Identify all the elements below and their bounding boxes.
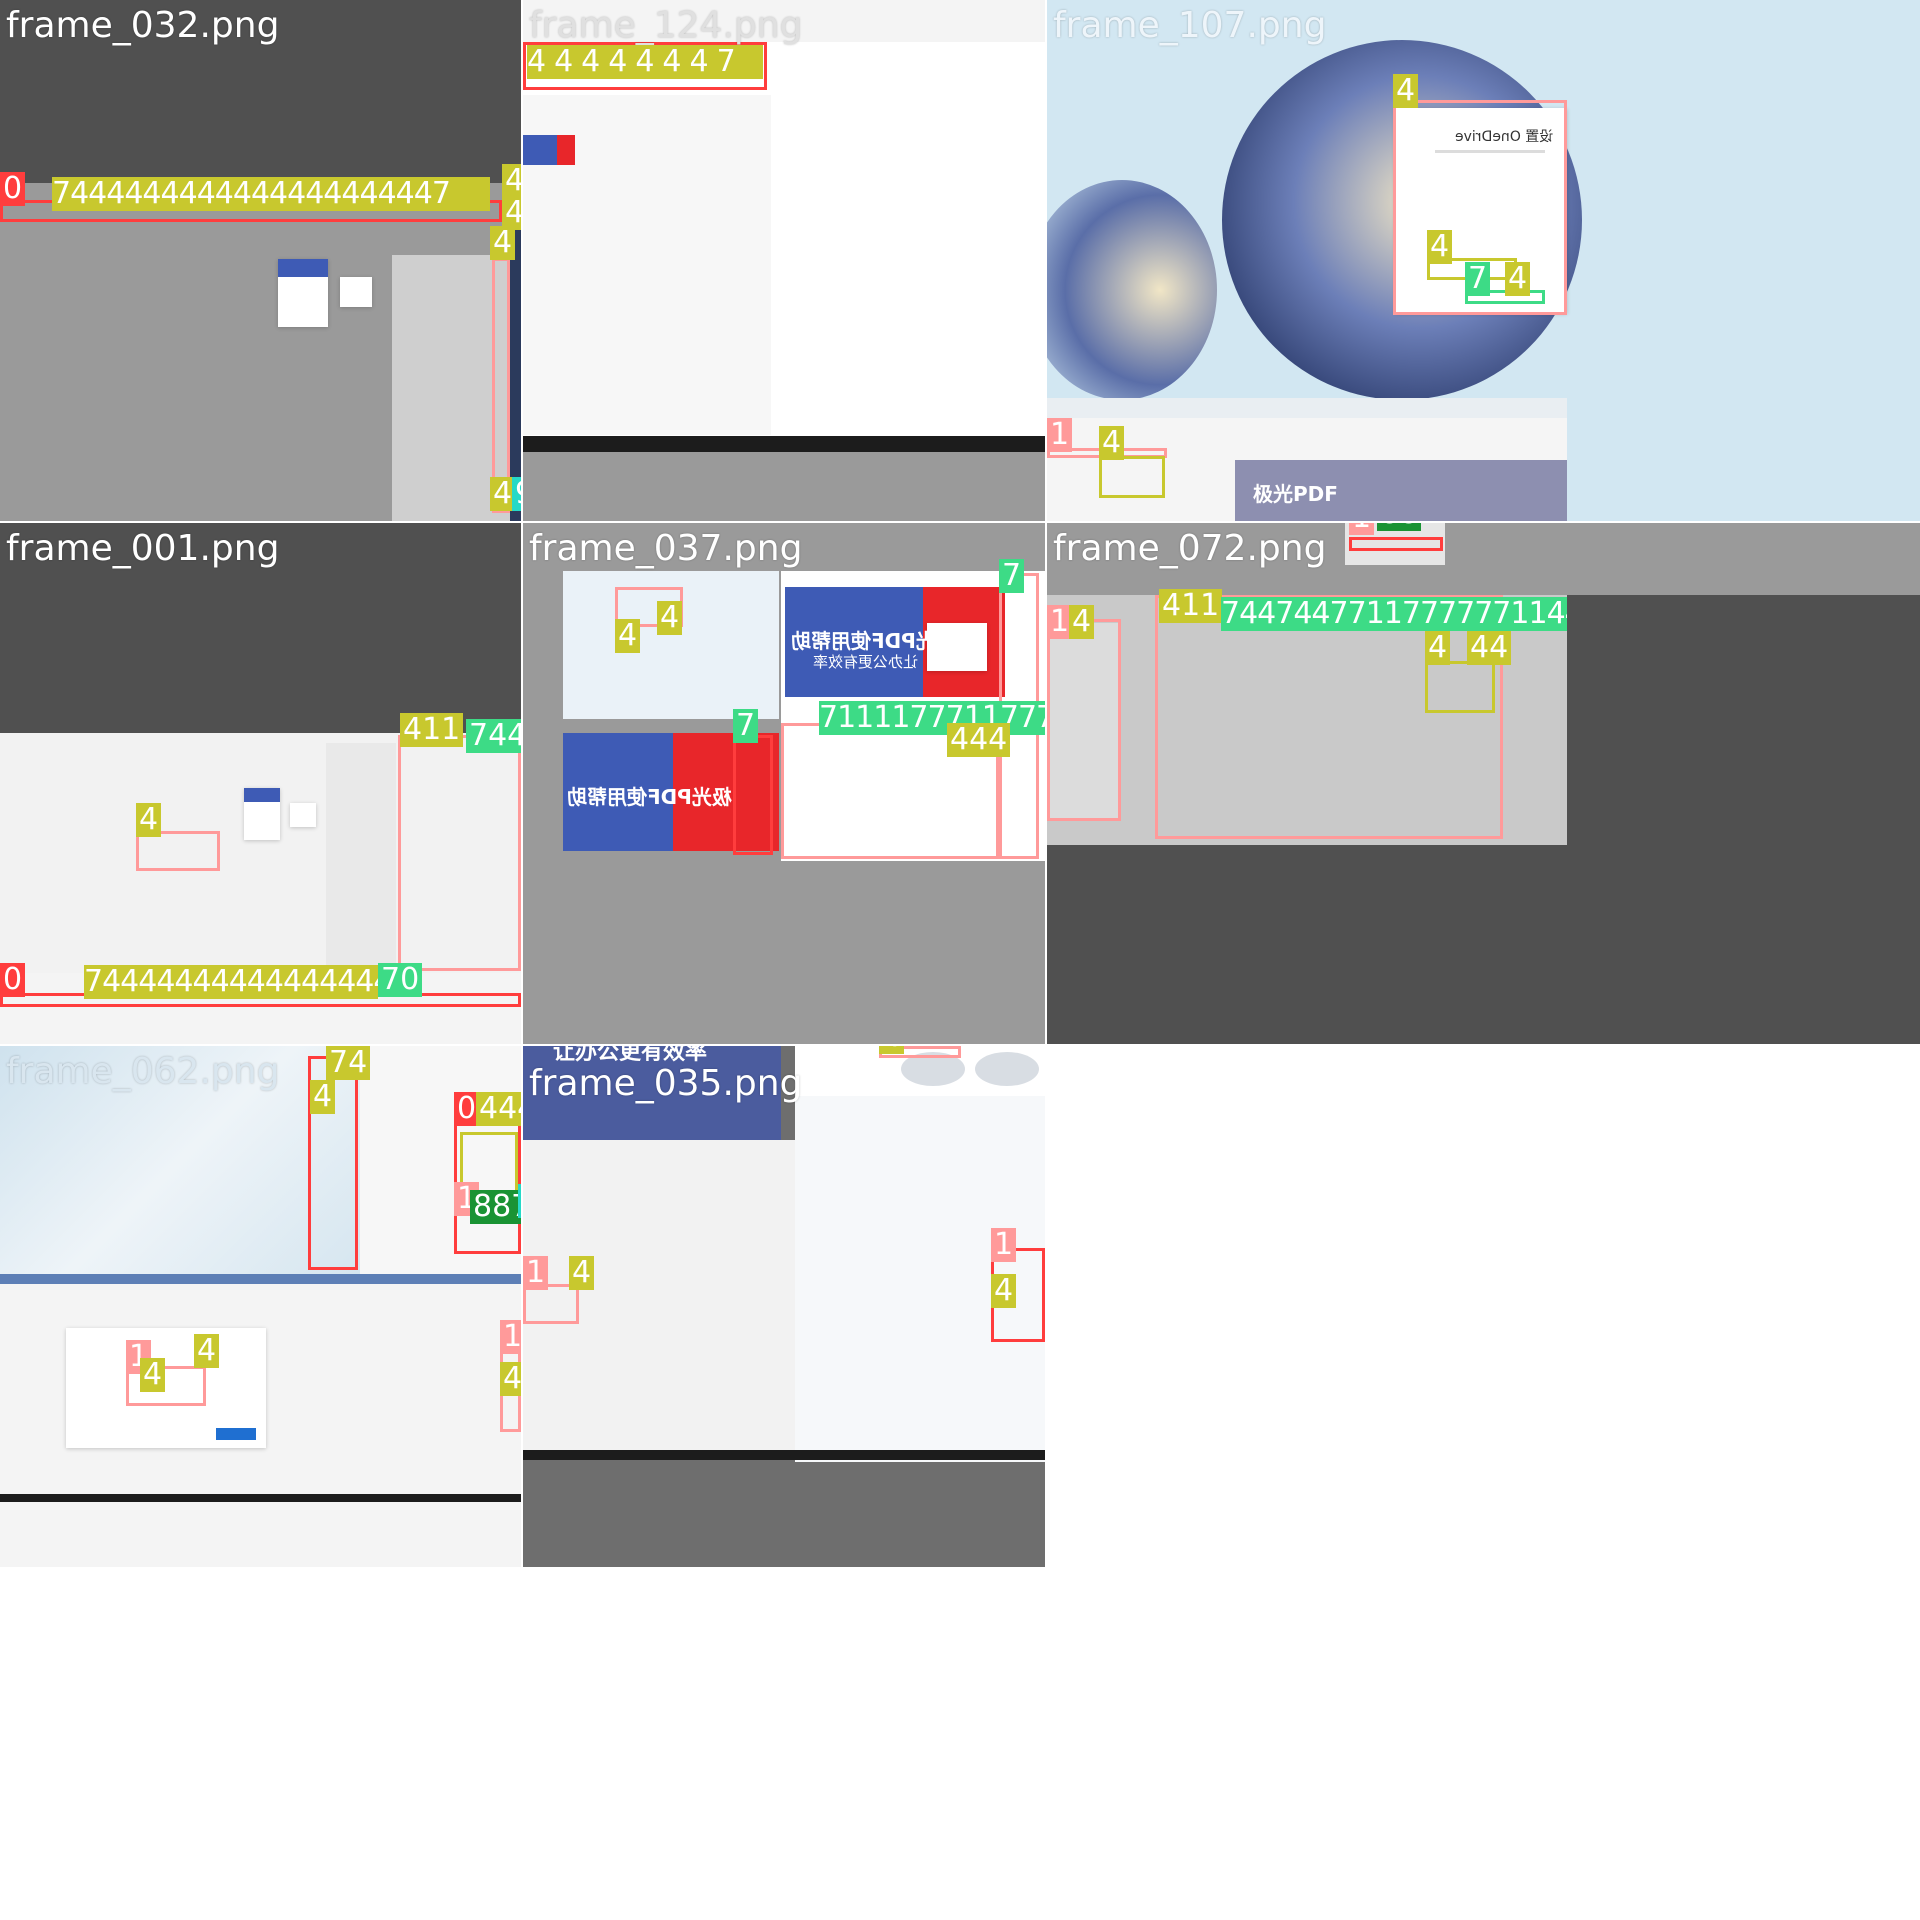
frame-037-label-a: 4 — [615, 619, 641, 653]
frame-062-taskbar — [0, 1274, 521, 1284]
frame-107-taskbar — [1047, 398, 1567, 418]
frame-001-right-box — [398, 735, 521, 971]
frame-001-filename: frame_001.png — [6, 528, 280, 569]
frame-035-label-b: 4 — [569, 1256, 595, 1290]
frame-037-left-help-title: 极光PDF使用帮助 — [567, 785, 732, 809]
frame-037-tile: 极光PDF使用帮助 极光PDF使用帮助 让办公更有效率 4 4 7 7 7111… — [523, 523, 1045, 1044]
frame-001-dialog-box — [136, 831, 220, 871]
frame-037-label-c: 7 — [999, 559, 1025, 593]
frame-107-icon-box — [1099, 456, 1165, 498]
frame-107-label-e: 1 — [1047, 418, 1073, 452]
frame-062-label-i: 4 — [140, 1358, 166, 1392]
frame-124-tile: 44444447 frame_124.png — [523, 0, 1045, 521]
frame-062-label-k: 1 — [500, 1320, 521, 1354]
frame-107-wallpaper-bloom-left — [1047, 180, 1217, 400]
frame-062-dialog-accent — [216, 1428, 256, 1440]
frame-035-hat-2 — [975, 1052, 1039, 1086]
frame-072-thumb-box — [1425, 661, 1495, 713]
frame-062-label-a: 74 — [326, 1046, 371, 1080]
frame-072-filename: frame_072.png — [1053, 528, 1327, 569]
frame-001-label-top: 411 — [400, 713, 464, 747]
frame-037-toolbar-labels: 711117771177777 — [819, 701, 1045, 735]
empty-tile — [1047, 1046, 1920, 1920]
frame-062-filename: frame_062.png — [6, 1051, 280, 1092]
frame-062-label-l: 4 — [500, 1362, 521, 1396]
frame-037-help-title: 极光PDF使用帮助 — [791, 629, 956, 653]
frame-032-label-right-3: 4 — [490, 226, 516, 260]
frame-037-help-subtitle: 让办公更有效率 — [813, 653, 919, 671]
frame-072-label-d: 4 — [1425, 631, 1451, 665]
frame-062-label-d: 444 — [476, 1092, 521, 1126]
frame-107-label-d: 4 — [1505, 262, 1531, 296]
frame-062-bottom-bar — [0, 1494, 521, 1502]
frame-107-label-c: 7 — [1465, 262, 1491, 296]
frame-107-filename: frame_107.png — [1053, 5, 1327, 46]
frame-072-label-c: 411 — [1159, 589, 1223, 623]
frame-037-filename: frame_037.png — [529, 528, 803, 569]
frame-035-filename: frame_035.png — [529, 1063, 803, 1104]
frame-001-toolbar-labels: 74444444444444444 — [84, 965, 378, 999]
frame-107-label-b: 4 — [1427, 230, 1453, 264]
frame-032-doc-thumbnail — [278, 259, 328, 327]
frame-032-sidebar-box — [492, 258, 510, 513]
frame-072-label-notice-88: 88 — [1377, 523, 1422, 531]
frame-032-tile: 0 7444444444444444444447 4 4 4 4 9 frame… — [0, 0, 521, 521]
frame-072-label-b: 4 — [1069, 605, 1095, 639]
frame-032-label-right-1: 4 — [502, 164, 521, 198]
frame-062-label-f: 887 — [470, 1190, 521, 1224]
frame-035-bottom-bar — [523, 1450, 1045, 1460]
frame-001-open-card — [290, 803, 316, 827]
frame-124-panel-red — [557, 135, 575, 165]
frame-124-filename: frame_124.png — [529, 5, 803, 46]
frame-062-label-b: 4 — [310, 1080, 336, 1114]
frame-001-doc-thumbnail — [244, 788, 280, 840]
frame-032-toolbar-labels: 7444444444444444444447 — [52, 177, 490, 211]
frame-072-label-notice-1: 1 — [1349, 523, 1375, 535]
frame-124-taskbar — [523, 436, 1045, 452]
frame-062-label-g: 9 — [518, 1184, 521, 1218]
frame-001-label-mid: 4 — [136, 803, 162, 837]
frame-035-label-c: 1 — [991, 1228, 1017, 1262]
frame-037-label-e: 444 — [947, 723, 1011, 757]
frame-001-label-top2: 7447 — [466, 719, 521, 753]
frame-035-label-d: 4 — [991, 1274, 1017, 1308]
frame-107-pdf-logo: 极光PDF — [1253, 482, 1338, 506]
frame-037-left-sidebar-box — [733, 735, 773, 855]
frame-001-label-left: 0 — [0, 963, 26, 997]
frame-072-left-box — [1047, 619, 1121, 821]
annotation-mosaic: 0 7444444444444444444447 4 4 4 4 9 frame… — [0, 0, 1920, 1920]
frame-035-tile: 让办公更有效率 1 4 1 4 4 frame_035.png — [523, 1046, 1045, 1567]
frame-124-toolbar-labels: 44444447 — [527, 45, 763, 79]
frame-062-label-j: 4 — [194, 1334, 220, 1368]
frame-107-tile: 极光PDF 设置 OneDrive 4 4 7 4 1 4 frame_107.… — [1047, 0, 1920, 521]
frame-032-open-card — [340, 277, 372, 307]
frame-072-label-e: 44 — [1467, 631, 1512, 665]
frame-032-label-left: 0 — [0, 172, 26, 206]
frame-072-notice-box — [1349, 537, 1443, 551]
frame-032-label-bottom-2: 9 — [512, 477, 521, 511]
frame-032-doc-header — [278, 259, 328, 277]
frame-107-label-f: 4 — [1099, 426, 1125, 460]
frame-072-toolbar-labels: 7447447711777777114471117 — [1221, 597, 1567, 631]
frame-072-tile: 1 88 1 4 411 7447447711777777114471117 4… — [1047, 523, 1920, 1044]
frame-035-left-dialog-box — [523, 1284, 579, 1324]
frame-001-tile: 411 7447 4 0 74444444444444444 70 frame_… — [0, 523, 521, 1044]
frame-062-tile: 74 4 0 444 1 887 9 1 4 4 1 4 frame_062.p… — [0, 1046, 521, 1567]
frame-032-filename: frame_032.png — [6, 5, 280, 46]
frame-001-right-pane — [326, 743, 396, 973]
frame-001-label-right: 70 — [378, 963, 423, 997]
frame-035-label-a: 1 — [523, 1256, 549, 1290]
frame-037-label-b: 4 — [657, 601, 683, 635]
frame-107-label-a: 4 — [1393, 74, 1419, 108]
frame-001-doc-header — [244, 788, 280, 802]
empty-bottom-left — [0, 1569, 1047, 1920]
frame-037-label-d: 7 — [733, 709, 759, 743]
frame-035-label-e: 4 — [879, 1046, 905, 1054]
frame-072-main-box — [1155, 595, 1503, 839]
frame-124-bottom-pane — [523, 452, 1045, 521]
